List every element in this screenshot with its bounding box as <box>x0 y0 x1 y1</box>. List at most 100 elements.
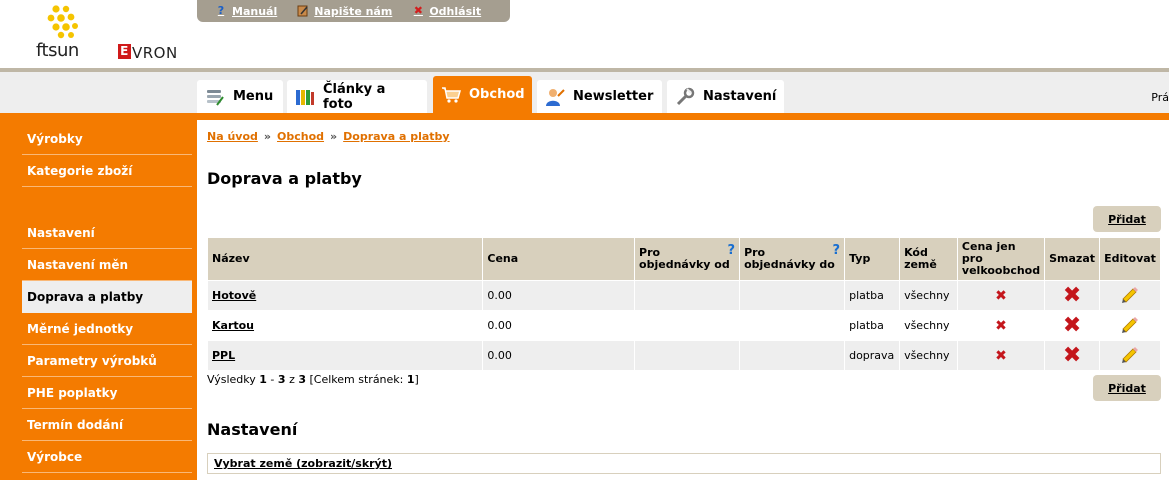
col-header-wholesale-only: Cena jen pro velkoobchod <box>956 237 1046 281</box>
col-header-edit: Editovat <box>1099 237 1161 281</box>
page-title: Doprava a platby <box>207 169 362 188</box>
select-countries-toggle[interactable]: Vybrat země (zobrazit/skrýt) <box>207 453 1161 474</box>
results-summary: Výsledky 1 - 3 z 3 [Celkem stránek: 1] <box>207 373 419 386</box>
col-header-price[interactable]: Cena <box>482 237 636 281</box>
cell-orders-from <box>634 310 741 341</box>
cell-type: platba <box>844 310 901 341</box>
cell-delete: ✖ <box>1044 310 1101 341</box>
cell-wholesale-only: ✖ <box>956 340 1046 371</box>
col-header-country-code: Kód země <box>899 237 958 281</box>
sidebar-item-categories[interactable]: Kategorie zboží <box>22 155 192 187</box>
ftsun-logo: ftsun <box>36 4 96 61</box>
write-us-link[interactable]: Napište nám <box>297 5 392 18</box>
main-content: Na úvod » Obchod » Doprava a platby Dopr… <box>197 120 1169 480</box>
cell-delete: ✖ <box>1044 280 1101 311</box>
row-name-link[interactable]: PPL <box>212 349 235 362</box>
delete-icon[interactable]: ✖ <box>1063 283 1081 308</box>
settings-section-title: Nastavení <box>207 420 298 439</box>
help-icon[interactable]: ? <box>728 244 736 257</box>
logout-link[interactable]: ✖ Odhlásit <box>412 5 481 18</box>
help-icon: ? <box>217 4 225 17</box>
main-tabbar: Menu Články a foto Obchod Newsletter Nas… <box>0 72 1169 113</box>
sidebar-item-products[interactable]: Výrobky <box>22 123 192 155</box>
cell-edit <box>1099 340 1161 371</box>
tab-newsletter[interactable]: Newsletter <box>537 80 662 113</box>
tab-menu[interactable]: Menu <box>197 80 283 113</box>
col-header-type[interactable]: Typ <box>844 237 901 281</box>
sidebar-item-settings[interactable]: Nastavení <box>22 217 192 249</box>
sidebar-item-currencies[interactable]: Nastavení měn <box>22 249 192 281</box>
settings-icon <box>675 87 695 107</box>
cell-name: PPL <box>206 340 484 371</box>
col-header-delete: Smazat <box>1044 237 1101 281</box>
cell-price: 0.00 <box>482 310 636 341</box>
sidebar-item-units[interactable]: Měrné jednotky <box>22 313 192 345</box>
breadcrumb: Na úvod » Obchod » Doprava a platby <box>207 130 450 143</box>
tab-shop[interactable]: Obchod <box>433 76 532 113</box>
orange-divider <box>0 113 1169 120</box>
cell-wholesale-only: ✖ <box>956 280 1046 311</box>
ftsun-dots-icon <box>47 5 78 39</box>
tabbar-right-text: Prá <box>1151 91 1169 104</box>
edit-pencil-icon[interactable] <box>1120 284 1140 304</box>
edit-pencil-icon[interactable] <box>1120 344 1140 364</box>
cell-country-code: všechny <box>899 280 958 311</box>
add-button-top[interactable]: Přidat <box>1093 206 1161 232</box>
col-header-name[interactable]: Název <box>206 237 484 281</box>
cell-country-code: všechny <box>899 310 958 341</box>
row-name-link[interactable]: Kartou <box>212 319 254 332</box>
breadcrumb-current[interactable]: Doprava a platby <box>343 130 449 143</box>
delete-icon[interactable]: ✖ <box>1063 313 1081 338</box>
write-icon <box>297 5 309 17</box>
ftsun-logo-text: ftsun <box>36 40 79 61</box>
breadcrumb-home[interactable]: Na úvod <box>207 130 258 143</box>
cell-wholesale-only: ✖ <box>956 310 1046 341</box>
sidebar-item-shipping-payments[interactable]: Doprava a platby <box>22 281 192 313</box>
table-row: Kartou 0.00 platba všechny ✖ ✖ <box>206 310 1161 341</box>
cross-icon: ✖ <box>995 347 1007 364</box>
row-name-link[interactable]: Hotově <box>212 289 256 302</box>
table-row: Hotově 0.00 platba všechny ✖ ✖ <box>206 280 1161 311</box>
evron-logo: E VRON <box>118 44 178 62</box>
cell-orders-to <box>739 310 846 341</box>
add-button-bottom[interactable]: Přidat <box>1093 375 1161 401</box>
cell-country-code: všechny <box>899 340 958 371</box>
sidebar: Výrobky Kategorie zboží Nastavení Nastav… <box>0 120 197 480</box>
manual-link[interactable]: ? Manuál <box>215 5 277 18</box>
tab-settings[interactable]: Nastavení <box>667 80 784 113</box>
table-row: PPL 0.00 doprava všechny ✖ ✖ <box>206 340 1161 371</box>
cell-delete: ✖ <box>1044 340 1101 371</box>
menu-icon <box>205 87 225 107</box>
table-header-row: Název Cena ? Pro objednávky od ? Pro objed… <box>206 237 1161 281</box>
cell-price: 0.00 <box>482 280 636 311</box>
col-header-orders-to: ? Pro objednávky do <box>739 237 846 281</box>
edit-pencil-icon[interactable] <box>1120 314 1140 334</box>
cell-type: platba <box>844 280 901 311</box>
cell-orders-to <box>739 280 846 311</box>
cell-orders-from <box>634 280 741 311</box>
cross-icon: ✖ <box>995 287 1007 304</box>
cell-orders-from <box>634 340 741 371</box>
shipping-payments-table: Název Cena ? Pro objednávky od ? Pro objed… <box>206 237 1161 371</box>
sidebar-item-delivery-term[interactable]: Termín dodání <box>22 409 192 441</box>
cell-name: Kartou <box>206 310 484 341</box>
sidebar-item-phe-fees[interactable]: PHE poplatky <box>22 377 192 409</box>
cell-name: Hotově <box>206 280 484 311</box>
top-links-bar: ? Manuál Napište nám ✖ Odhlásit <box>197 0 510 22</box>
sidebar-item-parameters[interactable]: Parametry výrobků <box>22 345 192 377</box>
col-header-orders-from: ? Pro objednávky od <box>634 237 741 281</box>
breadcrumb-shop[interactable]: Obchod <box>277 130 324 143</box>
cell-price: 0.00 <box>482 340 636 371</box>
logout-icon: ✖ <box>413 4 423 17</box>
help-icon[interactable]: ? <box>833 244 841 257</box>
sidebar-item-manufacturer[interactable]: Výrobce <box>22 441 192 473</box>
tab-articles[interactable]: Články a foto <box>287 80 427 113</box>
articles-icon <box>295 87 315 107</box>
logo-area: ftsun E VRON <box>0 0 196 68</box>
cell-edit <box>1099 280 1161 311</box>
cart-icon <box>441 85 461 105</box>
cell-orders-to <box>739 340 846 371</box>
cell-type: doprava <box>844 340 901 371</box>
delete-icon[interactable]: ✖ <box>1063 343 1081 368</box>
newsletter-icon <box>545 87 565 107</box>
